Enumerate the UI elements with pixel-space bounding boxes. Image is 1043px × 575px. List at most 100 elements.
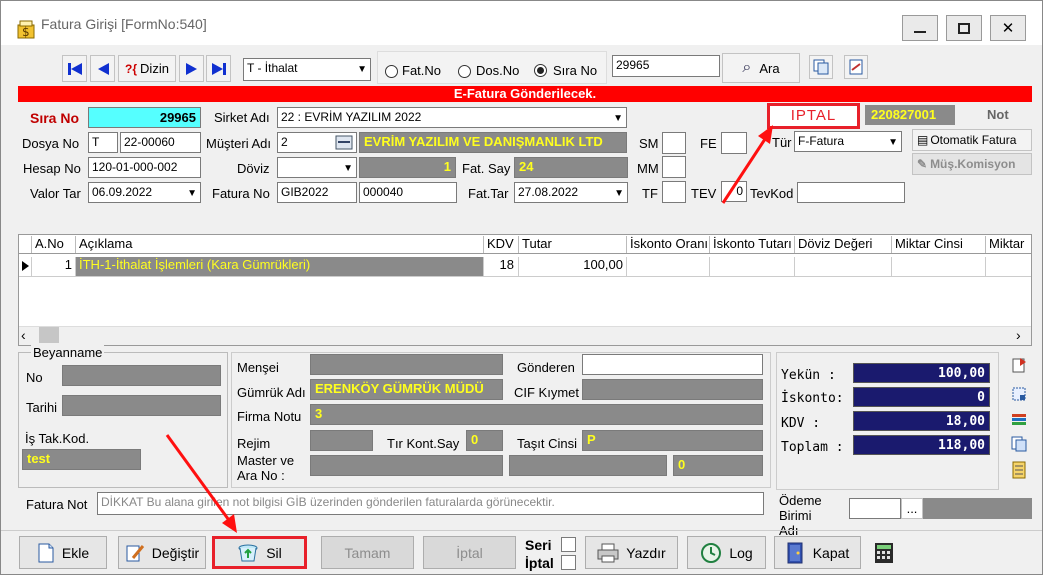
sirket-value: 22 : EVRİM YAZILIM 2022: [281, 110, 422, 124]
maximize-button[interactable]: [946, 15, 982, 41]
horizontal-scrollbar[interactable]: [19, 326, 1031, 345]
odeme-code-input[interactable]: [849, 498, 901, 519]
kapat-button[interactable]: Kapat: [774, 536, 861, 569]
log-button[interactable]: Log: [687, 536, 766, 569]
calculator-icon[interactable]: [874, 542, 894, 564]
search-icon: ⌕: [742, 59, 752, 76]
gonderen-label: Gönderen: [517, 360, 575, 375]
iskonto-value: 0: [853, 387, 990, 407]
odeme-name-field: [923, 498, 1032, 519]
chevron-down-icon: ▼: [888, 137, 898, 148]
mm-input[interactable]: [662, 156, 686, 178]
search-input[interactable]: 29965: [612, 55, 720, 77]
previous-record-button[interactable]: [90, 55, 115, 82]
cif-field[interactable]: [582, 379, 763, 400]
scroll-left-icon[interactable]: ‹: [21, 327, 26, 343]
ekle-button[interactable]: Ekle: [19, 536, 107, 569]
gumruk-field[interactable]: ERENKÖY GÜMRÜK MÜDÜ: [310, 379, 503, 400]
fat-tar-select[interactable]: 27.08.2022 ▼: [514, 182, 628, 203]
cell-tutar[interactable]: 100,00: [519, 257, 627, 276]
close-button[interactable]: ✕: [990, 15, 1026, 41]
chevron-down-icon: ▼: [613, 113, 623, 124]
select-area-icon[interactable]: [1011, 386, 1027, 402]
tf-input[interactable]: [662, 181, 686, 203]
next-record-button[interactable]: [179, 55, 204, 82]
gonderen-field[interactable]: [582, 354, 763, 375]
fatura-not-label: Fatura Not: [26, 497, 88, 512]
cell-iskonto-orani[interactable]: [627, 257, 710, 276]
radio-dosno[interactable]: [458, 65, 471, 78]
cell-kdv[interactable]: 18: [484, 257, 519, 276]
dosya-label: Dosya No: [22, 136, 80, 151]
tir-kont-field[interactable]: 0: [466, 430, 503, 451]
document-type-value: T - İthalat: [247, 61, 298, 75]
yazdir-button[interactable]: Yazdır: [585, 536, 678, 569]
fatura-no-input[interactable]: 000040: [359, 182, 457, 203]
sil-button[interactable]: Sil: [212, 536, 307, 569]
document-type-select[interactable]: T - İthalat ▼: [243, 58, 371, 81]
tevkod-input[interactable]: [797, 182, 905, 203]
doviz-select[interactable]: ▼: [277, 157, 357, 178]
document-button[interactable]: [844, 55, 868, 79]
add-document-icon[interactable]: [1011, 357, 1027, 373]
previous-icon: [97, 62, 109, 75]
col-ano: A.No: [32, 236, 76, 253]
dizin-button[interactable]: ?{ Dizin: [118, 55, 176, 82]
master-field-1[interactable]: [310, 455, 503, 476]
yazdir-label: Yazdır: [626, 544, 666, 561]
radio-sirano-label: Sıra No: [553, 63, 598, 78]
musteri-komisyon-button[interactable]: ✎ Müş.Komisyon: [912, 153, 1032, 175]
hesap-no-input[interactable]: 120-01-000-002: [88, 157, 201, 178]
kdv-value: 18,00: [853, 411, 990, 431]
cell-doviz-degeri[interactable]: [795, 257, 892, 276]
radio-fatno[interactable]: [385, 65, 398, 78]
copy-button[interactable]: [809, 55, 833, 79]
col-aciklama: Açıklama: [76, 236, 484, 253]
pages-icon[interactable]: [1011, 436, 1027, 452]
scroll-right-icon[interactable]: ›: [1016, 327, 1021, 343]
master-field-2[interactable]: [509, 455, 667, 476]
beyanname-no-field[interactable]: [62, 365, 221, 386]
valor-date-select[interactable]: 06.09.2022 ▼: [88, 182, 201, 203]
beyanname-group-label: Beyanname: [31, 345, 105, 360]
master-field-3[interactable]: 0: [673, 455, 763, 476]
first-record-button[interactable]: [62, 55, 87, 82]
cell-aciklama[interactable]: İTH-1-İthalat İşlemleri (Kara Gümrükleri…: [76, 257, 484, 276]
cell-miktar-cinsi[interactable]: [892, 257, 986, 276]
ara-label: Ara: [759, 60, 780, 76]
tamam-button[interactable]: Tamam: [321, 536, 414, 569]
dosya-prefix-input[interactable]: T: [88, 132, 118, 153]
rejim-field[interactable]: [310, 430, 373, 451]
cell-iskonto-tutari[interactable]: [710, 257, 795, 276]
beyanname-tarihi-field[interactable]: [62, 395, 221, 416]
sirket-select[interactable]: 22 : EVRİM YAZILIM 2022 ▼: [277, 107, 627, 128]
list-icon[interactable]: [1011, 461, 1027, 479]
radio-sirano[interactable]: [534, 64, 547, 77]
scroll-thumb[interactable]: [39, 327, 59, 343]
sira-no-field[interactable]: 29965: [88, 107, 201, 128]
tur-select[interactable]: F-Fatura ▼: [794, 131, 902, 152]
fatura-prefix-input[interactable]: GIB2022: [277, 182, 357, 203]
cell-ano: 1: [32, 257, 76, 276]
dosya-no-input[interactable]: 22-00060: [120, 132, 201, 153]
stack-icon[interactable]: [1011, 411, 1027, 427]
ara-button[interactable]: ⌕ Ara: [722, 53, 800, 83]
otomatik-fatura-button[interactable]: ▤ Otomatik Fatura: [912, 129, 1032, 151]
is-takip-field[interactable]: test: [22, 449, 141, 470]
tur-value: F-Fatura: [798, 134, 845, 148]
iptal-button[interactable]: İptal: [423, 536, 516, 569]
last-record-button[interactable]: [206, 55, 231, 82]
musteri-name: EVRİM YAZILIM VE DANIŞMANLIK LTD: [359, 132, 627, 153]
minimize-button[interactable]: [902, 15, 938, 41]
iptal-checkbox[interactable]: [561, 555, 576, 570]
degistir-button[interactable]: Değiştir: [118, 536, 206, 569]
seri-checkbox[interactable]: [561, 537, 576, 552]
customer-lookup-icon[interactable]: [335, 134, 353, 151]
mense-field[interactable]: [310, 354, 503, 375]
tasit-field[interactable]: P: [582, 430, 763, 451]
odeme-lookup-button[interactable]: ...: [901, 498, 923, 519]
firma-notu-field[interactable]: 3: [310, 404, 763, 425]
chevron-down-icon: ▼: [187, 188, 197, 199]
sm-input[interactable]: [662, 132, 686, 154]
kdv-label: KDV :: [781, 416, 821, 431]
